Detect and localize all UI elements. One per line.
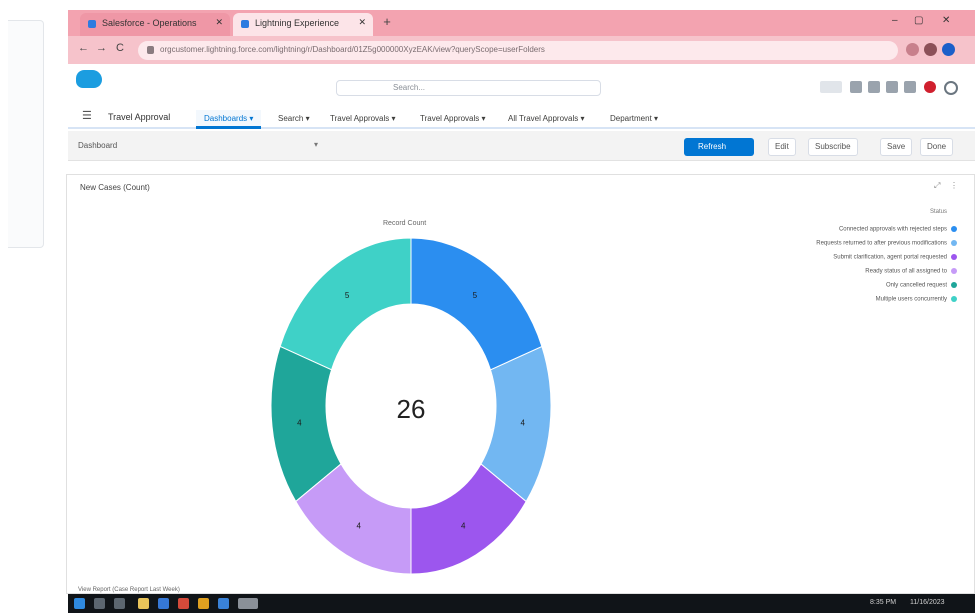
legend-swatch: [951, 296, 957, 302]
legend-entry[interactable]: Connected approvals with rejected steps: [839, 226, 957, 237]
legend-label: Requests returned to after previous modi…: [816, 240, 947, 247]
task-view-icon[interactable]: [114, 598, 125, 609]
slice-value-label: 5: [345, 291, 350, 300]
legend-entry[interactable]: Requests returned to after previous modi…: [816, 240, 957, 251]
legend-entry[interactable]: Submit clarification, agent portal reque…: [833, 254, 957, 265]
slice-value-label: 4: [461, 522, 466, 531]
slice-value-label: 5: [473, 291, 478, 300]
legend-entry[interactable]: Ready status of all assigned to: [865, 268, 957, 279]
legend-label: Connected approvals with rejected steps: [838, 226, 947, 233]
chrome-icon[interactable]: [198, 598, 209, 609]
office-icon[interactable]: [178, 598, 189, 609]
search-icon[interactable]: [94, 598, 105, 609]
slice-value-label: 4: [297, 418, 302, 427]
legend-label: Submit clarification, agent portal reque…: [833, 254, 947, 261]
legend-label: Ready status of all assigned to: [865, 268, 947, 275]
tray-time: 8:35 PM: [870, 599, 897, 606]
legend-label: Only cancelled request: [885, 282, 947, 289]
legend-entry[interactable]: Multiple users concurrently: [876, 296, 957, 307]
view-report-link[interactable]: View Report (Case Report Last Week): [78, 587, 180, 593]
app-icon[interactable]: [238, 598, 258, 609]
legend-title: Status: [930, 209, 948, 215]
mail-icon[interactable]: [218, 598, 229, 609]
donut-slice-1[interactable]: [410, 237, 543, 371]
legend-entry[interactable]: Only cancelled request: [886, 282, 957, 293]
legend-swatch: [951, 282, 957, 288]
donut-total: 26: [397, 394, 426, 424]
legend-swatch: [951, 254, 957, 260]
tray-date: 11/16/2023: [910, 599, 945, 606]
legend-swatch: [951, 240, 957, 246]
edge-icon[interactable]: [158, 598, 169, 609]
start-icon[interactable]: [74, 598, 85, 609]
slice-value-label: 4: [520, 418, 525, 427]
file-explorer-icon[interactable]: [138, 598, 149, 609]
slice-value-label: 4: [356, 522, 361, 531]
donut-chart: 26 5 4 4 4 4 5: [270, 237, 552, 575]
legend-swatch: [951, 268, 957, 274]
donut-slice-6[interactable]: [279, 237, 412, 371]
legend-swatch: [951, 226, 957, 232]
legend-label: Multiple users concurrently: [875, 296, 947, 303]
